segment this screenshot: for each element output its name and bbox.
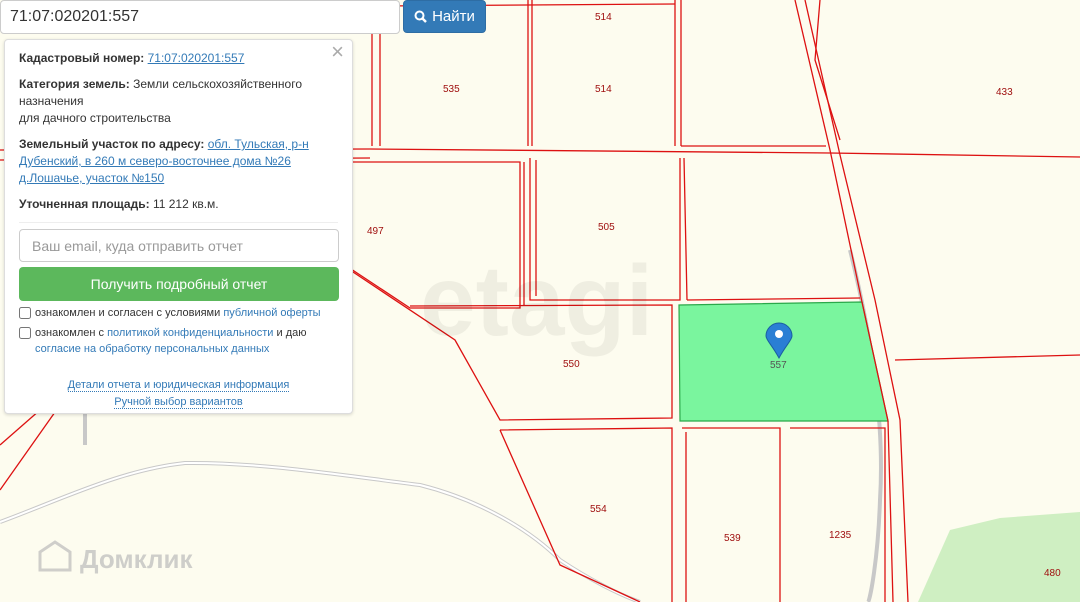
check2-text-2: и даю [276, 327, 307, 339]
parcel-label: 505 [598, 222, 615, 233]
parcel-label: 497 [367, 226, 384, 237]
close-icon[interactable]: × [331, 41, 344, 63]
personal-data-consent-link[interactable]: согласие на обработку персональных данны… [35, 343, 269, 355]
parcel-label: 557 [770, 360, 787, 371]
forest-area [918, 512, 1080, 602]
parcel-label: 554 [590, 504, 607, 515]
category-label: Категория земель: [19, 77, 130, 91]
parcel-label: 514 [595, 84, 612, 95]
report-details-link[interactable]: Детали отчета и юридическая информация [67, 379, 290, 392]
privacy-checkbox[interactable] [19, 327, 31, 339]
parcel-label: 550 [563, 359, 580, 370]
cad-number-link[interactable]: 71:07:020201:557 [148, 51, 245, 65]
cad-label: Кадастровый номер: [19, 51, 145, 65]
check1-text: ознакомлен и согласен с условиями [35, 307, 221, 319]
divider [19, 222, 338, 223]
manual-selection-link[interactable]: Ручной выбор вариантов [114, 396, 243, 409]
parcel-label: 480 [1044, 568, 1061, 579]
get-report-button[interactable]: Получить подробный отчет [19, 267, 339, 301]
parcel-label: 1235 [829, 530, 852, 541]
email-input[interactable] [19, 229, 339, 262]
parcel-label: 535 [443, 84, 460, 95]
search-button-label: Найти [432, 8, 475, 25]
cadastral-search-input[interactable] [0, 0, 400, 34]
offer-checkbox[interactable] [19, 307, 31, 319]
search-button[interactable]: Найти [403, 0, 486, 33]
watermark-domclick: Домклик [80, 544, 193, 574]
address-label: Земельный участок по адресу: [19, 137, 205, 151]
search-icon [414, 10, 427, 23]
privacy-policy-link[interactable]: политикой конфиденциальности [107, 327, 273, 339]
parcel-label: 433 [996, 87, 1013, 98]
check2-text: ознакомлен с [35, 327, 105, 339]
area-label: Уточненная площадь: [19, 197, 150, 211]
watermark-etagi: etagi [420, 245, 653, 357]
area-value: 11 212 кв.м. [152, 197, 219, 211]
domclick-logo-icon [38, 540, 72, 572]
category-value-2: для дачного строительства [19, 111, 171, 125]
parcel-label: 514 [595, 12, 612, 23]
parcel-label: 539 [724, 533, 741, 544]
parcel-info-panel: × Кадастровый номер: 71:07:020201:557 Ка… [4, 39, 353, 414]
public-offer-link[interactable]: публичной оферты [223, 307, 320, 319]
